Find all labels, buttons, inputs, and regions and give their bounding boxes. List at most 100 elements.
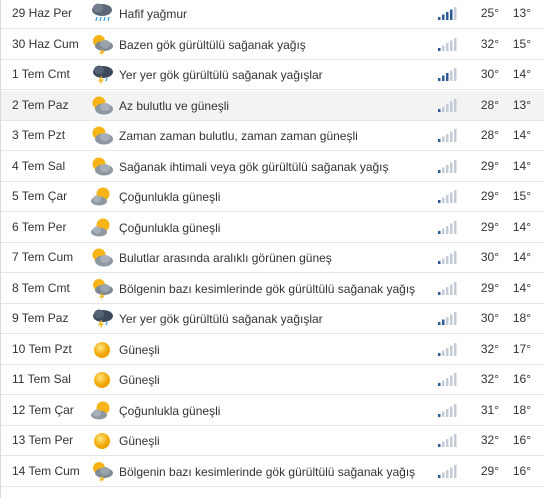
- thunderstorm-icon: [90, 64, 114, 86]
- forecast-date: 9 Tem Paz: [12, 311, 69, 325]
- forecast-description: Bölgenin bazı kesimlerinde gök gürültülü…: [119, 465, 416, 479]
- high-temperature: 32°: [480, 433, 499, 447]
- forecast-row[interactable]: 8 Tem Cmt Bölgenin bazı kesimlerinde gök …: [1, 274, 544, 304]
- forecast-date: 11 Tem Sal: [12, 372, 71, 386]
- forecast-date: 4 Tem Sal: [12, 159, 66, 173]
- forecast-description: Bazen gök gürültülü sağanak yağış: [119, 38, 306, 52]
- forecast-row[interactable]: 11 Tem Sal Güneşli 32° 16°: [1, 365, 544, 395]
- forecast-date: 3 Tem Pzt: [12, 128, 66, 142]
- rain-chance-bars-icon: [438, 221, 458, 234]
- forecast-row[interactable]: 6 Tem Per Çoğunlukla güneşli 29° 14°: [1, 213, 544, 243]
- rain-cloud-icon: [90, 3, 114, 25]
- thunderstorm-icon: [90, 308, 114, 330]
- rain-chance-bars-icon: [438, 404, 458, 417]
- high-temperature: 31°: [480, 403, 499, 417]
- low-temperature: 18°: [512, 403, 531, 417]
- forecast-row[interactable]: 29 Haz Per Hafif yağmur 25° 13°: [1, 0, 544, 29]
- rain-chance-bars-icon: [438, 312, 458, 325]
- high-temperature: 29°: [480, 189, 499, 203]
- rain-chance-bars-icon: [438, 434, 458, 447]
- low-temperature: 13°: [512, 6, 531, 20]
- rain-chance-bars-icon: [438, 373, 458, 386]
- forecast-description: Hafif yağmur: [119, 7, 188, 21]
- low-temperature: 14°: [512, 67, 531, 81]
- forecast-row[interactable]: 2 Tem Paz Az bulutlu ve güneşli 28° 13°: [1, 91, 544, 121]
- forecast-description: Yer yer gök gürültülü sağanak yağışlar: [119, 68, 323, 82]
- forecast-description: Güneşli: [119, 373, 160, 387]
- forecast-row[interactable]: 14 Tem Cum Bölgenin bazı kesimlerinde gök…: [1, 457, 544, 487]
- low-temperature: 14°: [512, 220, 531, 234]
- forecast-row[interactable]: 12 Tem Çar Çoğunlukla güneşli 31° 18°: [1, 396, 544, 426]
- partly-cloudy-icon: [90, 95, 114, 117]
- low-temperature: 16°: [512, 372, 531, 386]
- forecast-description: Yer yer gök gürültülü sağanak yağışlar: [119, 312, 323, 326]
- forecast-description: Çoğunlukla güneşli: [119, 190, 221, 204]
- forecast-date: 29 Haz Per: [12, 6, 73, 20]
- high-temperature: 28°: [480, 98, 499, 112]
- thunder-sun-cloud-icon: [90, 461, 114, 483]
- forecast-description: Çoğunlukla güneşli: [119, 404, 221, 418]
- forecast-date: 30 Haz Cum: [12, 37, 79, 51]
- high-temperature: 29°: [480, 220, 499, 234]
- rain-chance-bars-icon: [438, 282, 458, 295]
- low-temperature: 14°: [512, 159, 531, 173]
- high-temperature: 29°: [480, 281, 499, 295]
- thunder-sun-cloud-icon: [90, 278, 114, 300]
- forecast-date: 12 Tem Çar: [12, 403, 74, 417]
- low-temperature: 14°: [512, 128, 531, 142]
- high-temperature: 32°: [480, 37, 499, 51]
- rain-chance-bars-icon: [438, 68, 458, 81]
- forecast-row[interactable]: 13 Tem Per Güneşli 32° 16°: [1, 426, 544, 456]
- rain-chance-bars-icon: [438, 129, 458, 142]
- mostly-sunny-icon: [90, 217, 114, 239]
- rain-chance-bars-icon: [438, 343, 458, 356]
- high-temperature: 30°: [480, 67, 499, 81]
- low-temperature: 14°: [512, 281, 531, 295]
- low-temperature: 15°: [512, 189, 531, 203]
- partly-cloudy-icon: [90, 156, 114, 178]
- forecast-row[interactable]: 7 Tem Cum Bulutlar arasında aralıklı görü…: [1, 243, 544, 273]
- forecast-row[interactable]: 1 Tem Cmt Yer yer gök gürültülü sağanak y…: [1, 60, 544, 90]
- rain-chance-bars-icon: [438, 7, 458, 20]
- mostly-sunny-icon: [90, 186, 114, 208]
- low-temperature: 17°: [512, 342, 531, 356]
- forecast-row[interactable]: 5 Tem Çar Çoğunlukla güneşli 29° 15°: [1, 182, 544, 212]
- forecast-date: 7 Tem Cum: [12, 250, 74, 264]
- high-temperature: 25°: [480, 6, 499, 20]
- forecast-description: Güneşli: [119, 434, 160, 448]
- mostly-sunny-icon: [90, 400, 114, 422]
- forecast-row[interactable]: 4 Tem Sal Sağanak ihtimali veya gök gürül…: [1, 152, 544, 182]
- high-temperature: 29°: [480, 159, 499, 173]
- forecast-date: 10 Tem Pzt: [12, 342, 72, 356]
- forecast-description: Bulutlar arasında aralıklı görünen güneş: [119, 251, 332, 265]
- forecast-date: 13 Tem Per: [12, 433, 74, 447]
- forecast-date: 8 Tem Cmt: [12, 281, 70, 295]
- forecast-row[interactable]: 10 Tem Pzt Güneşli 32° 17°: [1, 335, 544, 365]
- forecast-row[interactable]: 30 Haz Cum Bazen gök gürültülü sağanak ya…: [1, 30, 544, 60]
- forecast-date: 5 Tem Çar: [12, 189, 68, 203]
- rain-chance-bars-icon: [438, 251, 458, 264]
- high-temperature: 32°: [480, 342, 499, 356]
- rain-chance-bars-icon: [438, 99, 458, 112]
- rain-chance-bars-icon: [438, 190, 458, 203]
- rain-chance-bars-icon: [438, 38, 458, 51]
- sun-icon: [90, 339, 114, 361]
- forecast-row[interactable]: 3 Tem Pzt Zaman zaman bulutlu, zaman zama…: [1, 121, 544, 151]
- low-temperature: 18°: [512, 311, 531, 325]
- forecast-description: Güneşli: [119, 343, 160, 357]
- partly-cloudy-icon: [90, 125, 114, 147]
- thunder-sun-cloud-icon: [90, 34, 114, 56]
- forecast-description: Çoğunlukla güneşli: [119, 221, 221, 235]
- low-temperature: 13°: [512, 98, 531, 112]
- forecast-description: Sağanak ihtimali veya gök gürültülü sağa…: [119, 160, 389, 174]
- forecast-description: Az bulutlu ve güneşli: [119, 99, 230, 113]
- forecast-row[interactable]: 9 Tem Paz Yer yer gök gürültülü sağanak y…: [1, 304, 544, 334]
- forecast-date: 14 Tem Cum: [12, 464, 80, 478]
- forecast-date: 2 Tem Paz: [12, 98, 69, 112]
- partly-cloudy-icon: [90, 247, 114, 269]
- low-temperature: 14°: [512, 250, 531, 264]
- rain-chance-bars-icon: [438, 160, 458, 173]
- high-temperature: 30°: [480, 250, 499, 264]
- high-temperature: 32°: [480, 372, 499, 386]
- high-temperature: 29°: [480, 464, 499, 478]
